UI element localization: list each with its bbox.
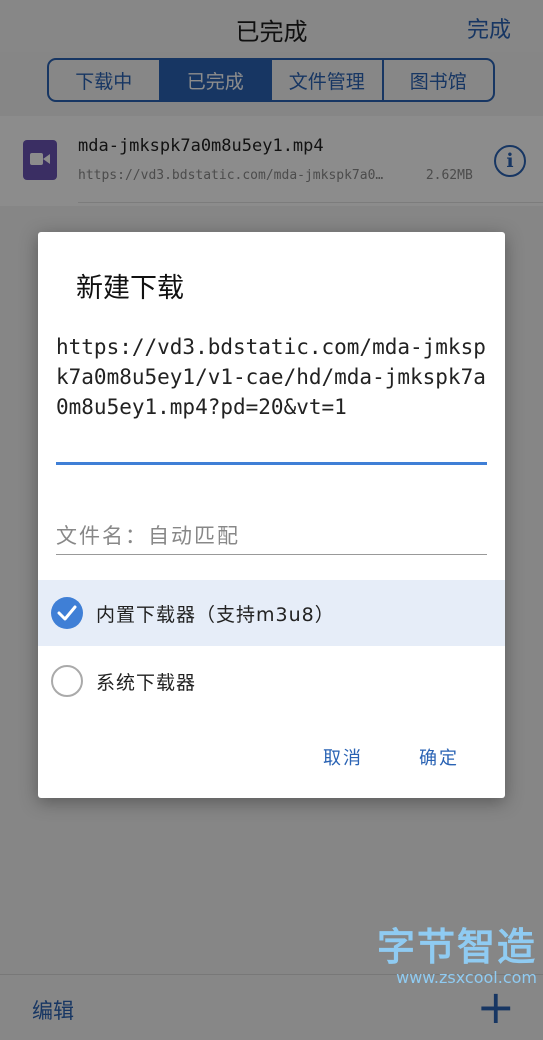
watermark-title: 字节智造 <box>376 925 537 969</box>
option-label: 系统下载器 <box>96 672 197 694</box>
ok-button[interactable]: 确定 <box>419 744 459 770</box>
watermark: 字节智造 www.zsxcool.com <box>377 926 537 987</box>
watermark-url: www.zsxcool.com <box>396 968 537 987</box>
unchecked-circle-icon <box>51 665 83 697</box>
checked-circle-icon <box>51 597 83 629</box>
dialog-title: 新建下载 <box>76 273 184 304</box>
filename-input-underline <box>56 554 487 555</box>
option-label: 内置下载器（支持m3u8） <box>96 604 335 626</box>
url-input[interactable]: https://vd3.bdstatic.com/mda-jmkspk7a0m8… <box>56 332 487 422</box>
cancel-button[interactable]: 取消 <box>323 744 363 770</box>
filename-input[interactable]: 文件名：自动匹配 <box>56 520 487 556</box>
option-builtin-downloader[interactable]: 内置下载器（支持m3u8） <box>38 580 505 646</box>
new-download-dialog: 新建下载 https://vd3.bdstatic.com/mda-jmkspk… <box>38 232 505 798</box>
url-input-underline <box>56 462 487 465</box>
option-system-downloader[interactable]: 系统下载器 <box>38 648 505 714</box>
